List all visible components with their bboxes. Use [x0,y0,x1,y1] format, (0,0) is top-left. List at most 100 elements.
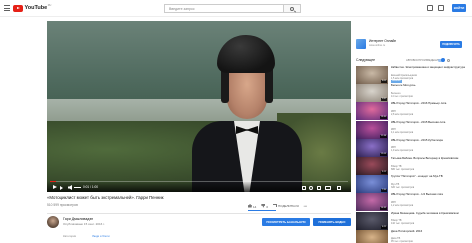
publish-date: Опубликовано 15 сент. 2016 г. [63,222,105,226]
volume-slider[interactable] [74,187,81,188]
search-button[interactable] [284,3,301,13]
video-thumbnail[interactable]: 4:15 [356,229,388,243]
apps-icon[interactable] [438,5,444,11]
dislike-count: 0 [266,204,269,209]
rating-fill [248,210,276,211]
autoplay-label: АВТОВОСПРОИЗВЕДЕНИЕ [406,58,440,62]
share-label: ПОДЕЛИТЬСЯ [278,204,299,208]
view-count: 410 тыс. просмотров [391,222,415,226]
video-title[interactable]: Татьяна Бабина. Вопросы Ветерану в Кремл… [391,157,467,160]
video-duration: 11:38 [380,134,387,138]
channel-name[interactable]: Гари Дмыливадэн [63,217,93,221]
video-duration: 8:03 [381,80,387,83]
progress-fill [50,181,56,183]
recommended-video[interactable]: 7:30 Группа "Пятигорск" - концерт на Муз-… [356,175,472,195]
theater-icon[interactable] [325,185,331,190]
next-icon[interactable] [60,185,64,190]
share-icon [273,204,278,207]
recommended-video[interactable]: 5:41 Бельгеге Моя дочь Бельгеге 14 тыс. про… [356,84,472,104]
video-title[interactable]: КВН Город Пятигорск - 2015 Кубок мэра [391,139,467,142]
dislike-button[interactable]: 0 [261,203,269,209]
video-thumbnail[interactable]: 11:38 [356,120,388,139]
sidebar-ad[interactable]: Интернет Онлайн www.online.ru ПОДКЛЮЧИТЬ [356,38,462,52]
up-next-header: Следующее АВТОВОСПРОИЗВЕДЕНИЕ [356,58,472,64]
recommended-video[interactable]: 9:12 Татьяна Бабина. Вопросы Ветерану в К… [356,157,472,177]
video-duration: 13:40 [379,116,387,120]
category-label: Категория [63,234,77,238]
video-duration: 12:05 [379,152,387,156]
video-title[interactable]: Ирина Мезенцева. Судьба человека в Кремл… [391,212,467,215]
video-player[interactable] [47,21,351,192]
youtube-logo[interactable]: YouTube RU [13,4,51,12]
signin-button[interactable]: ВОЙТИ [452,4,466,12]
video-title[interactable]: Кабвегтек. Электромашина и защищает инфр… [391,66,467,69]
view-count: 1,9 млн просмотров [391,149,414,153]
up-next-label: Следующее [356,58,375,62]
video-title[interactable]: КВН Город Пятигорск - 2016 Премьер лига [391,102,467,105]
fullscreen-icon[interactable] [337,185,341,190]
subscribe-button[interactable]: ПОМЕНЯТЬ ВИДЕО [313,218,351,226]
video-thumbnail[interactable]: 5:41 [356,84,388,103]
ad-subtitle: www.online.ru [369,44,386,47]
recommended-video[interactable]: 10:45 КВН Город Пятигорск - 1/4 Высшая ли… [356,193,472,213]
video-thumbnail[interactable]: 8:03 [356,66,388,84]
volume-icon[interactable] [68,185,72,190]
video-thumbnail[interactable]: 12:05 [356,138,388,157]
subtitles-icon[interactable] [302,185,306,190]
search-icon [290,6,294,11]
video-duration: 7:30 [381,189,387,193]
play-icon[interactable] [53,185,57,189]
view-count: 680 тыс. просмотров [391,167,415,171]
miniplayer-icon[interactable] [317,185,321,190]
search-input[interactable]: Введите запрос [164,3,284,13]
video-thumbnail[interactable]: 10:45 [356,193,388,212]
recommended-video[interactable]: 8:03 Кабвегтек. Электромашина и защищает … [356,66,472,86]
video-actions: 14 0 ПОДЕЛИТЬСЯ ••• [248,203,307,209]
video-thumbnail[interactable]: 9:12 [356,157,388,175]
play-logo-icon [13,4,23,12]
video-duration: 5:41 [381,98,387,102]
autoplay-toggle[interactable] [438,58,445,62]
recommended-video[interactable]: 4:15Дача Пятигорский. 2016Дача ТВ95 тыс.… [356,229,472,243]
video-meta: Категория Люди и блоги [63,234,110,238]
video-thumbnail[interactable]: 6:22 [356,211,388,230]
upload-icon[interactable] [427,5,433,11]
progress-bar[interactable] [50,181,348,183]
rating-bar [248,210,276,211]
new-badge: Новинка [391,79,402,83]
video-title[interactable]: Дача Пятигорский. 2016 [391,230,467,233]
ad-cta-button[interactable]: ПОДКЛЮЧИТЬ [440,41,462,48]
player-controls: 0:01 / 1:00 [47,181,351,192]
logo-region: RU [47,4,52,7]
like-button[interactable]: 14 [248,203,257,209]
ad-logo-icon [356,39,366,49]
share-button[interactable]: ПОДЕЛИТЬСЯ [273,204,299,208]
menu-icon[interactable] [4,5,10,11]
view-count: 2,8 млн просмотров [391,112,414,116]
channel-avatar[interactable] [47,216,59,228]
view-count: 4,1 млн просмотров [391,131,414,135]
category-value[interactable]: Люди и блоги [92,234,109,238]
video-title[interactable]: Группа "Пятигорск" - концерт на Муз-ТВ [391,175,467,178]
like-count: 14 [253,204,257,209]
logo-text: YouTube [24,5,48,11]
more-button[interactable]: ••• [304,204,307,208]
video-title[interactable]: Бельгеге Моя дочь [391,84,467,87]
view-count: 14 тыс. просмотров [391,94,413,98]
gear-icon[interactable] [309,185,313,190]
video-title[interactable]: КВН Город Пятигорск - 1/4 Высшая лига [391,193,467,196]
recommended-video[interactable]: 6:22 Ирина Мезенцева. Судьба человека в К… [356,211,472,232]
video-title[interactable]: КВН Город Пятигорск - 2015 Высшая лига [391,121,467,124]
support-button[interactable]: ПОСМОТРЕТЬ БАНАЛЬНУЮ [262,218,310,226]
video-thumbnail[interactable]: 7:30 [356,175,388,194]
divider [47,213,351,214]
ad-title: Интернет Онлайн [369,39,397,43]
thumbs-up-icon [248,203,252,208]
view-count: 510 599 просмотров [47,203,78,207]
view-count: 320 тыс. просмотров [391,185,415,189]
recommended-video[interactable]: 11:38 КВН Город Пятигорск - 2015 Высшая л… [356,120,472,141]
video-thumbnail[interactable]: 13:40 [356,102,388,121]
info-icon[interactable] [447,58,450,62]
recommended-video[interactable]: 13:40 КВН Город Пятигорск - 2016 Премьер … [356,102,472,122]
recommended-video[interactable]: 12:05 КВН Город Пятигорск - 2015 Кубок мэ… [356,138,472,159]
